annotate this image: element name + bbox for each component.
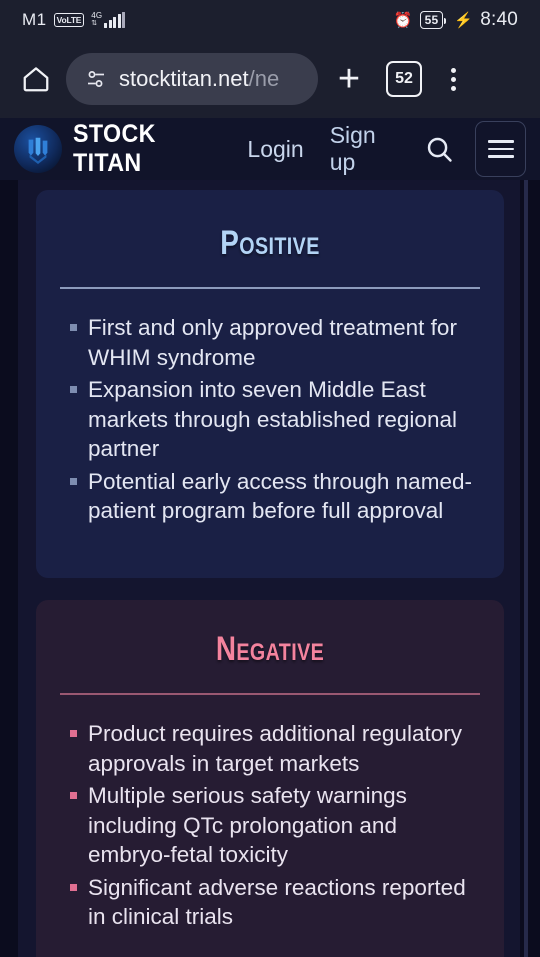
positive-bullet-list: First and only approved treatment for WH… bbox=[60, 313, 480, 526]
network-type-label: 4G bbox=[91, 10, 103, 20]
list-item: First and only approved treatment for WH… bbox=[62, 313, 474, 372]
battery-indicator: 55 bbox=[419, 11, 447, 29]
browser-toolbar: stocktitan.net/ne + 52 bbox=[0, 40, 540, 118]
list-item: Product requires additional regulatory a… bbox=[62, 719, 474, 778]
url-text: stocktitan.net/ne bbox=[119, 66, 279, 92]
positive-card: Positive First and only approved treatme… bbox=[36, 190, 504, 578]
stock-titan-logo-icon[interactable] bbox=[14, 125, 62, 173]
negative-card-title: Negative bbox=[215, 630, 325, 668]
list-item: Significant adverse reactions reported i… bbox=[62, 873, 474, 932]
plus-icon[interactable]: + bbox=[326, 56, 372, 102]
list-item: Expansion into seven Middle East markets… bbox=[62, 375, 474, 464]
volte-badge: VoLTE bbox=[53, 12, 85, 28]
list-item: Multiple serious safety warnings includi… bbox=[62, 781, 474, 870]
negative-divider bbox=[60, 693, 480, 695]
tab-count-button[interactable]: 52 bbox=[386, 61, 422, 97]
logo-glyph bbox=[28, 137, 48, 164]
list-item: Potential early access through named-pat… bbox=[62, 467, 474, 526]
page-scrollbar[interactable] bbox=[524, 180, 528, 957]
url-path: /ne bbox=[248, 66, 280, 91]
status-bar-right: ⏰ 55 ⚡ 8:40 bbox=[394, 9, 518, 31]
url-host: stocktitan.net bbox=[119, 66, 249, 91]
site-settings-icon bbox=[88, 71, 104, 87]
signup-link[interactable]: Sign up bbox=[330, 122, 398, 176]
signal-strength-icon: 4G ⇅ bbox=[91, 10, 126, 28]
network-arrows-icon: ⇅ bbox=[91, 19, 98, 27]
positive-card-title: Positive bbox=[220, 224, 320, 262]
url-bar[interactable]: stocktitan.net/ne bbox=[66, 53, 318, 105]
alarm-clock-icon: ⏰ bbox=[393, 12, 413, 29]
negative-bullet-list: Product requires additional regulatory a… bbox=[60, 719, 480, 932]
charging-bolt-icon: ⚡ bbox=[454, 12, 474, 29]
positive-divider bbox=[60, 287, 480, 289]
kebab-menu-icon[interactable] bbox=[436, 67, 470, 91]
home-icon[interactable] bbox=[14, 57, 58, 101]
brand-title: STOCK TITAN bbox=[73, 120, 156, 177]
login-link[interactable]: Login bbox=[247, 136, 303, 163]
carrier-label: M1 bbox=[22, 10, 47, 29]
status-bar: M1 VoLTE 4G ⇅ ⏰ 55 ⚡ 8:40 bbox=[0, 0, 540, 40]
search-icon[interactable] bbox=[424, 131, 455, 167]
clock-label: 8:40 bbox=[480, 9, 518, 30]
hamburger-menu-icon[interactable] bbox=[475, 121, 526, 177]
page-content: Positive First and only approved treatme… bbox=[0, 180, 540, 957]
negative-card: Negative Product requires additional reg… bbox=[36, 600, 504, 957]
status-bar-left: M1 VoLTE 4G ⇅ bbox=[22, 10, 126, 30]
site-header: STOCK TITAN Login Sign up bbox=[0, 118, 540, 180]
phone-screen: M1 VoLTE 4G ⇅ ⏰ 55 ⚡ 8:40 stocktitan.net… bbox=[0, 0, 540, 957]
